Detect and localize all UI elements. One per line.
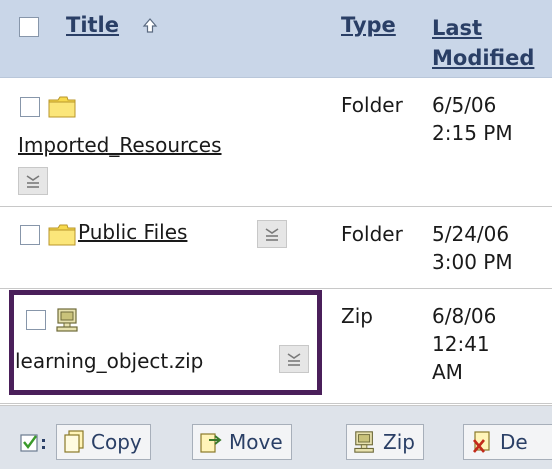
zip-icon bbox=[354, 431, 374, 453]
row-modified: 6/8/06 12:41 AM bbox=[432, 304, 497, 384]
zip-button[interactable]: Zip bbox=[346, 424, 424, 460]
delete-button[interactable]: De bbox=[463, 424, 552, 460]
menu-chevron-icon bbox=[265, 228, 279, 241]
action-toolbar: Copy Move Zip De bbox=[0, 405, 552, 469]
move-button[interactable]: Move bbox=[192, 424, 292, 460]
column-header-last-modified[interactable]: Last Modified bbox=[432, 13, 534, 73]
table-row: Imported_Resources Folder 6/5/06 2:15 PM bbox=[0, 79, 552, 207]
sort-ascending-icon[interactable] bbox=[141, 17, 159, 35]
row-modified: 5/24/06 3:00 PM bbox=[432, 222, 513, 274]
row-actions-menu-button[interactable] bbox=[257, 220, 287, 248]
checked-items-icon bbox=[20, 434, 45, 452]
row-actions-menu-button[interactable] bbox=[279, 345, 309, 373]
menu-chevron-icon bbox=[26, 175, 40, 188]
row-type: Zip bbox=[341, 304, 373, 328]
zip-label: Zip bbox=[383, 430, 415, 454]
copy-icon bbox=[64, 430, 84, 453]
select-all-checkbox[interactable] bbox=[19, 17, 39, 37]
column-header-title[interactable]: Title bbox=[66, 13, 119, 37]
row-actions-menu-button[interactable] bbox=[18, 167, 48, 195]
delete-label: De bbox=[500, 430, 528, 454]
copy-button[interactable]: Copy bbox=[56, 424, 151, 460]
column-header-type[interactable]: Type bbox=[341, 13, 396, 37]
move-label: Move bbox=[229, 430, 283, 454]
copy-label: Copy bbox=[91, 430, 142, 454]
row-type: Folder bbox=[341, 222, 403, 246]
zip-file-icon bbox=[56, 308, 78, 332]
row-checkbox[interactable] bbox=[26, 310, 46, 330]
move-icon bbox=[200, 433, 222, 453]
folder-icon bbox=[48, 224, 76, 246]
table-row: Public Files Folder 5/24/06 3:00 PM bbox=[0, 208, 552, 289]
row-checkbox[interactable] bbox=[20, 97, 40, 117]
table-header: Title Type Last Modified bbox=[0, 0, 552, 78]
row-name-link[interactable]: Imported_Resources bbox=[18, 133, 222, 157]
delete-icon bbox=[473, 431, 490, 453]
row-name[interactable]: learning_object.zip bbox=[15, 349, 203, 373]
row-name-link[interactable]: Public Files bbox=[78, 220, 187, 244]
table-row: learning_object.zip Zip 6/8/06 12:41 AM bbox=[0, 290, 552, 404]
row-modified: 6/5/06 2:15 PM bbox=[432, 93, 513, 145]
row-type: Folder bbox=[341, 93, 403, 117]
folder-icon bbox=[48, 96, 76, 118]
menu-chevron-icon bbox=[287, 353, 301, 366]
row-checkbox[interactable] bbox=[20, 225, 40, 245]
